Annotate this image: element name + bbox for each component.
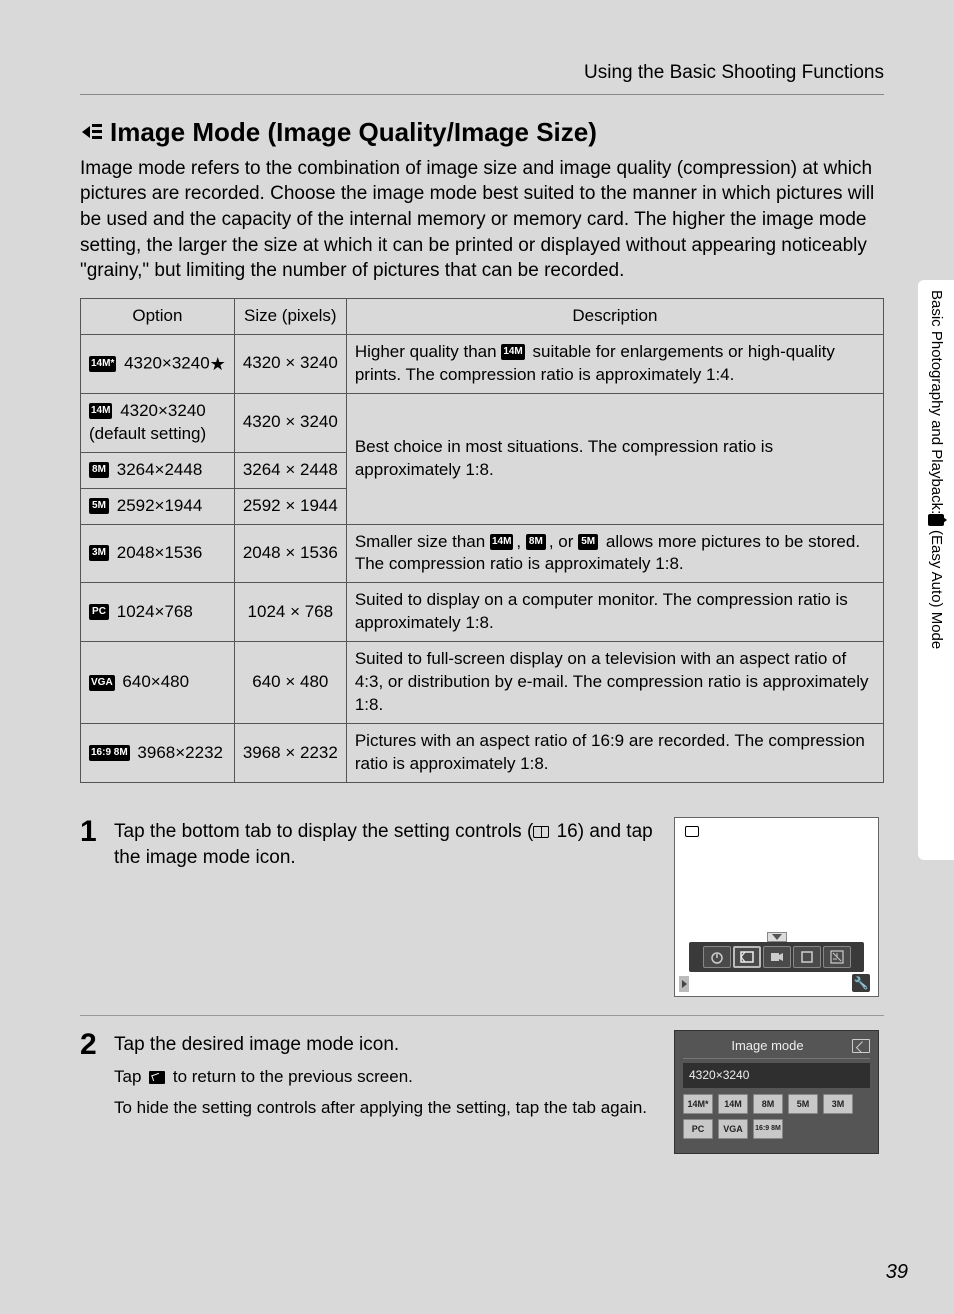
mode-option: 14M	[718, 1094, 748, 1114]
manual-ref-icon	[533, 826, 549, 838]
table-row: 16:9 8M 3968×2232 3968 × 2232 Pictures w…	[81, 724, 884, 783]
step-heading: Tap the desired image mode icon.	[114, 1032, 660, 1058]
th-size: Size (pixels)	[234, 298, 346, 334]
page-title-text: Image Mode (Image Quality/Image Size)	[110, 115, 597, 150]
intro-paragraph: Image mode refers to the combination of …	[80, 156, 884, 284]
size-badge: 8M	[89, 462, 109, 478]
touch-shooting-icon	[793, 946, 821, 968]
mode-option: VGA	[718, 1119, 748, 1139]
size-badge: 14M	[501, 344, 524, 360]
size-badge: 14M*	[89, 356, 116, 372]
image-mode-slot-icon	[733, 946, 761, 968]
step-number: 2	[80, 1030, 100, 1154]
mode-option: 8M	[753, 1094, 783, 1114]
image-mode-icon	[80, 122, 102, 142]
image-mode-table: Option Size (pixels) Description 14M* 43…	[80, 298, 884, 783]
mode-option: PC	[683, 1119, 713, 1139]
step-text: To hide the setting controls after apply…	[114, 1097, 660, 1120]
step-heading: Tap the bottom tab to display the settin…	[114, 819, 660, 870]
chevron-down-icon	[767, 932, 787, 942]
step: 2 Tap the desired image mode icon. Tap t…	[80, 1015, 884, 1172]
settings-bar	[689, 942, 864, 972]
th-option: Option	[81, 298, 235, 334]
setup-icon: 🔧	[852, 974, 870, 992]
step-number: 1	[80, 817, 100, 997]
chapter-side-tab: Basic Photography and Playback: (Easy Au…	[918, 280, 954, 860]
page-number: 39	[886, 1259, 908, 1286]
size-badge: 5M	[89, 498, 109, 514]
size-badge: 5M	[578, 534, 598, 550]
expand-tab-icon	[679, 976, 689, 992]
exposure-comp-icon	[823, 946, 851, 968]
table-row: 3M 2048×1536 2048 × 1536 Smaller size th…	[81, 524, 884, 583]
mode-option: 5M	[788, 1094, 818, 1114]
table-row: VGA 640×480 640 × 480 Suited to full-scr…	[81, 642, 884, 724]
mode-options-grid: 14M* 14M 8M 5M 3M PC VGA 16:9 8M	[683, 1094, 870, 1139]
figure-image-mode-menu: Image mode 4320×3240 14M* 14M 8M 5M 3M P…	[674, 1030, 879, 1154]
table-row: 14M* 4320×3240★ 4320 × 3240 Higher quali…	[81, 334, 884, 393]
size-badge: 14M	[490, 534, 513, 550]
camera-icon	[685, 826, 699, 837]
size-badge: 8M	[526, 534, 546, 550]
return-icon	[852, 1039, 870, 1053]
size-badge: 16:9 8M	[89, 745, 130, 761]
size-badge: 14M	[89, 403, 112, 419]
menu-title: Image mode	[683, 1037, 852, 1055]
step-text: Tap to return to the previous screen.	[114, 1066, 660, 1089]
mode-option: 3M	[823, 1094, 853, 1114]
easy-auto-icon	[928, 514, 944, 526]
size-badge: PC	[89, 604, 109, 620]
page-title: Image Mode (Image Quality/Image Size)	[80, 115, 884, 150]
table-row: 14M 4320×3240(default setting) 4320 × 32…	[81, 393, 884, 452]
return-icon	[149, 1071, 165, 1084]
table-row: PC 1024×768 1024 × 768 Suited to display…	[81, 583, 884, 642]
mode-option: 14M*	[683, 1094, 713, 1114]
step: 1 Tap the bottom tab to display the sett…	[80, 803, 884, 1015]
movie-options-icon	[763, 946, 791, 968]
chapter-heading: Using the Basic Shooting Functions	[80, 60, 884, 95]
th-desc: Description	[346, 298, 883, 334]
size-badge: 3M	[89, 545, 109, 561]
self-timer-icon	[703, 946, 731, 968]
steps-list: 1 Tap the bottom tab to display the sett…	[80, 803, 884, 1172]
selected-size: 4320×3240	[683, 1063, 870, 1087]
mode-option: 16:9 8M	[753, 1119, 783, 1139]
manual-page: Using the Basic Shooting Functions Image…	[0, 0, 954, 1314]
size-badge: VGA	[89, 675, 115, 691]
figure-setting-controls: 🔧	[674, 817, 879, 997]
